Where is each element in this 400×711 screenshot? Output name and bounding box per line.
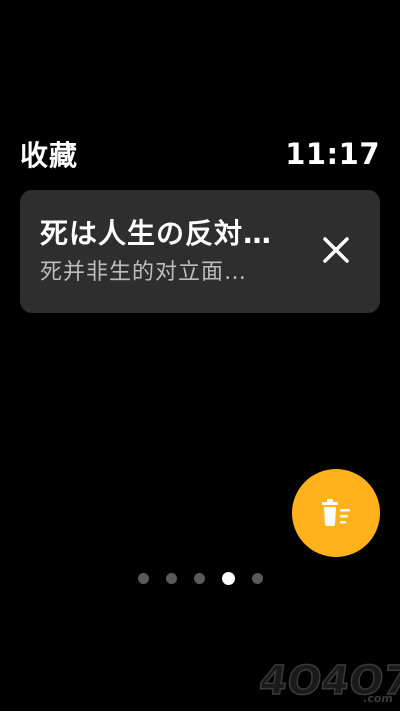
page-dot[interactable] — [137, 572, 149, 584]
page-dot[interactable] — [165, 572, 177, 584]
page-dot-active[interactable] — [221, 571, 235, 585]
close-icon — [323, 237, 349, 263]
delete-list-icon — [322, 499, 350, 526]
page-dot[interactable] — [193, 572, 205, 584]
card-text: 死は人生の反対… 死并非生的对立面… — [40, 216, 310, 288]
clock: 11:17 — [285, 137, 380, 171]
svg-text:.com: .com — [362, 692, 394, 705]
card-subtitle: 死并非生的对立面… — [40, 260, 248, 285]
card-title: 死は人生の反対… — [40, 217, 273, 250]
delete-all-button[interactable] — [292, 469, 380, 557]
watermark-logo: 4O4O7 .com — [256, 657, 400, 705]
favorite-card[interactable]: 死は人生の反対… 死并非生的对立面… — [20, 190, 380, 313]
page-dot[interactable] — [251, 572, 263, 584]
remove-favorite-button[interactable] — [318, 232, 354, 268]
page-title: 收藏 — [20, 139, 79, 172]
header: 收藏 11:17 — [20, 132, 380, 176]
page-indicator — [0, 571, 400, 585]
